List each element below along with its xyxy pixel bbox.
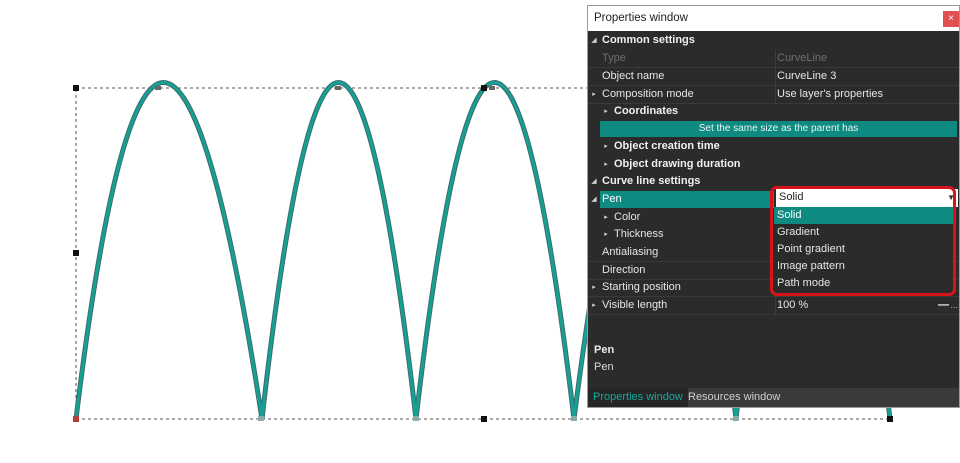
curve-point-marker[interactable] bbox=[733, 416, 739, 421]
composition-mode-field[interactable]: Use layer's properties bbox=[777, 86, 959, 103]
curve-point-marker[interactable] bbox=[155, 86, 161, 90]
row-label: Object creation time bbox=[614, 140, 720, 152]
row-visible-length[interactable]: ▸ Visible length 100 % — ... bbox=[588, 297, 959, 315]
collapse-icon: ◢ bbox=[591, 178, 597, 185]
row-composition-mode[interactable]: ▸ Composition mode Use layer's propertie… bbox=[588, 86, 959, 104]
row-label: Object drawing duration bbox=[614, 158, 741, 170]
row-label: Antialiasing bbox=[602, 246, 659, 258]
tab-properties-window[interactable]: Properties window bbox=[588, 388, 688, 407]
row-label: Direction bbox=[602, 264, 646, 276]
resize-handle-bottom-mid[interactable] bbox=[481, 416, 487, 422]
collapse-icon: ◢ bbox=[591, 37, 597, 44]
row-label: Type bbox=[602, 52, 626, 64]
row-object-name[interactable]: Object name CurveLine 3 bbox=[588, 68, 959, 86]
object-name-field[interactable]: CurveLine 3 bbox=[777, 68, 959, 85]
row-label: Starting position bbox=[602, 281, 681, 293]
expand-icon[interactable]: ▸ bbox=[602, 138, 610, 155]
row-value: CurveLine bbox=[777, 52, 828, 64]
chevron-down-icon[interactable]: ▼ bbox=[947, 189, 955, 206]
row-label: Object name bbox=[602, 70, 665, 82]
resize-handle-mid-left[interactable] bbox=[73, 250, 79, 256]
row-label: Thickness bbox=[614, 228, 664, 240]
visible-length-field[interactable]: 100 % bbox=[777, 297, 959, 314]
column-divider bbox=[775, 50, 776, 67]
resize-handle-top-mid[interactable] bbox=[481, 85, 487, 91]
window-title: Properties window bbox=[594, 12, 688, 24]
section-common-settings[interactable]: ◢ Common settings bbox=[588, 32, 959, 49]
row-label: Visible length bbox=[602, 299, 668, 311]
pen-option-image-pattern[interactable]: Image pattern bbox=[774, 258, 956, 275]
row-object-creation-time[interactable]: ▸ Object creation time bbox=[588, 138, 959, 155]
expand-icon[interactable]: ▸ bbox=[590, 86, 598, 103]
expand-icon[interactable]: ▸ bbox=[590, 297, 598, 314]
column-divider bbox=[775, 68, 776, 85]
row-type: Type CurveLine bbox=[588, 50, 959, 68]
pen-option-gradient[interactable]: Gradient bbox=[774, 224, 956, 241]
column-divider bbox=[775, 297, 776, 314]
section-curve-line-settings[interactable]: ◢ Curve line settings bbox=[588, 173, 959, 190]
resize-handle-bottom-right[interactable] bbox=[887, 416, 893, 422]
section-label: Common settings bbox=[602, 34, 695, 46]
close-button[interactable]: × bbox=[943, 11, 959, 27]
window-titlebar[interactable]: Properties window × bbox=[588, 6, 959, 31]
pen-selected-value: Solid bbox=[779, 191, 804, 203]
section-label: Curve line settings bbox=[602, 175, 701, 187]
curve-point-marker[interactable] bbox=[258, 416, 264, 421]
expand-icon[interactable]: ▸ bbox=[602, 103, 610, 120]
curve-point-marker[interactable] bbox=[571, 416, 577, 421]
row-coordinates[interactable]: ▸ Coordinates bbox=[588, 103, 959, 120]
expand-icon[interactable]: ▸ bbox=[602, 156, 610, 173]
pen-option-solid[interactable]: Solid bbox=[774, 207, 956, 224]
expand-icon[interactable]: ▸ bbox=[590, 279, 598, 296]
window-tabs: Properties window Resources window bbox=[588, 388, 959, 407]
curve-point-marker[interactable] bbox=[413, 416, 419, 421]
collapse-icon[interactable]: ◢ bbox=[590, 191, 598, 208]
pen-options-list: Solid Gradient Point gradient Image patt… bbox=[774, 207, 956, 292]
tab-resources-window[interactable]: Resources window bbox=[683, 388, 785, 407]
row-label: Pen bbox=[600, 191, 774, 208]
same-size-as-parent-button[interactable]: Set the same size as the parent has bbox=[600, 121, 957, 137]
resize-handle-bottom-left[interactable] bbox=[73, 416, 79, 422]
pen-option-path-mode[interactable]: Path mode bbox=[774, 275, 956, 292]
row-label: Color bbox=[614, 211, 641, 223]
curve-point-marker[interactable] bbox=[335, 86, 341, 90]
description-title: Pen bbox=[594, 344, 615, 356]
minus-icon[interactable]: — bbox=[938, 297, 949, 314]
pen-option-point-gradient[interactable]: Point gradient bbox=[774, 241, 956, 258]
more-options-icon[interactable]: ... bbox=[950, 297, 958, 314]
row-label: Composition mode bbox=[602, 88, 694, 100]
curve-point-marker[interactable] bbox=[489, 86, 495, 90]
column-divider bbox=[775, 86, 776, 103]
expand-icon[interactable]: ▸ bbox=[602, 226, 610, 243]
expand-icon[interactable]: ▸ bbox=[602, 209, 610, 226]
description-text: Pen bbox=[594, 361, 614, 373]
resize-handle-top-left[interactable] bbox=[73, 85, 79, 91]
row-object-drawing-duration[interactable]: ▸ Object drawing duration bbox=[588, 156, 959, 173]
pen-type-select[interactable]: Solid ▼ bbox=[776, 189, 958, 207]
row-label: Coordinates bbox=[614, 105, 679, 117]
